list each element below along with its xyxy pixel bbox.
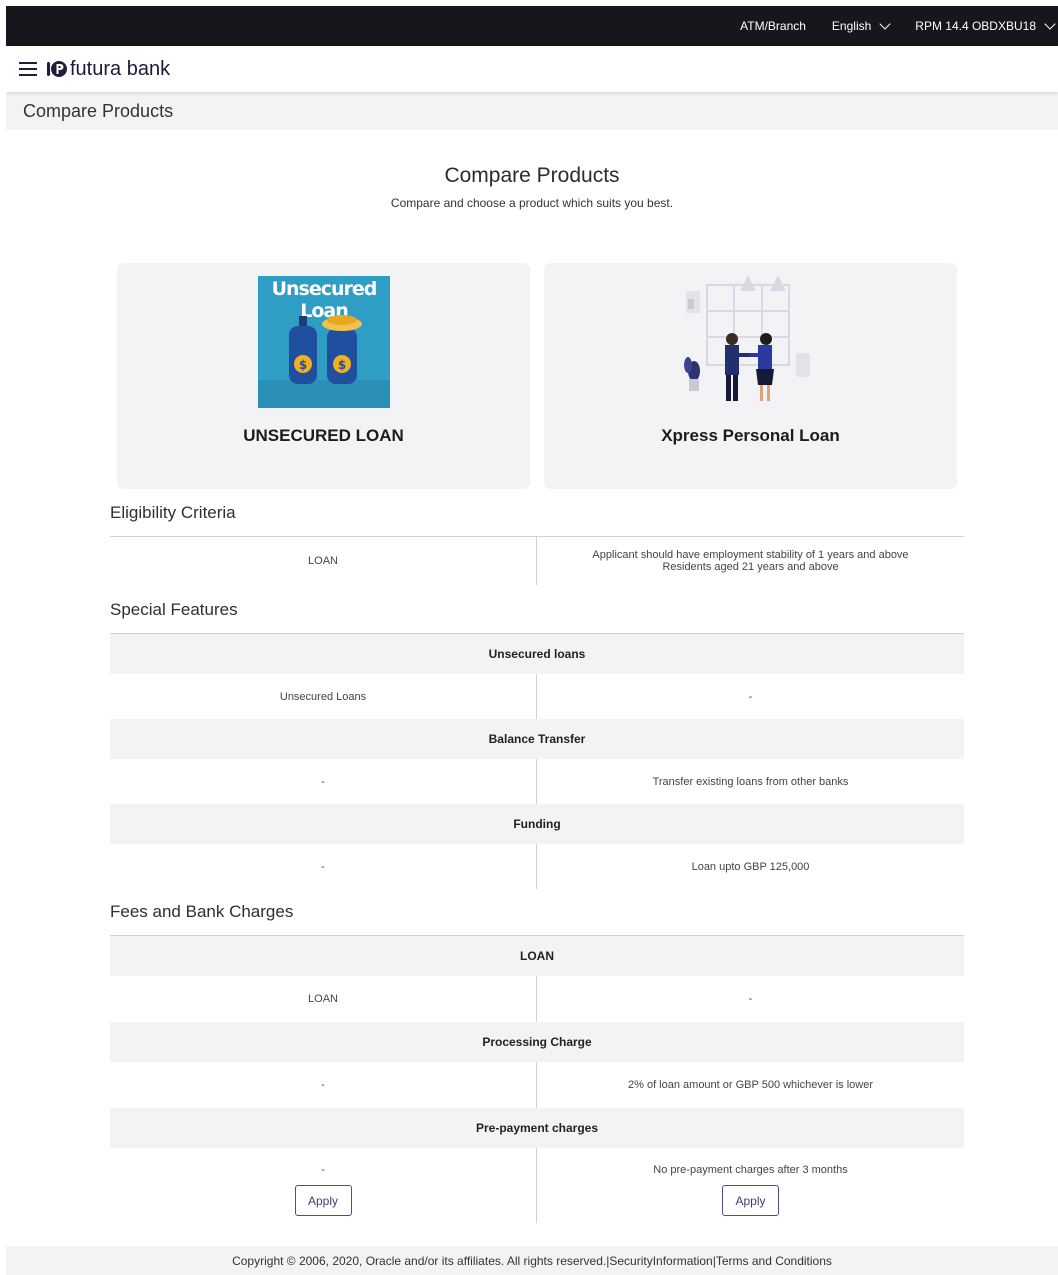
page-title-bar: Compare Products — [6, 92, 1058, 130]
table-row: - Apply No pre-payment charges after 3 m… — [110, 1148, 964, 1223]
apply-button-xpress-personal-loan[interactable]: Apply — [722, 1185, 779, 1216]
compare-heading: Compare Products — [444, 164, 620, 187]
apply-button-unsecured-loan[interactable]: Apply — [294, 1185, 352, 1216]
feature-left-cell: - — [110, 759, 537, 804]
menu-icon[interactable] — [19, 62, 37, 76]
table-row: - Transfer existing loans from other ban… — [110, 759, 964, 804]
table-row: LOAN - — [110, 976, 964, 1022]
user-name: RPM 14.4 OBDXBU18 — [915, 19, 1036, 33]
footer-text: Copyright © 2006, 2020, Oracle and/or it… — [232, 1253, 832, 1268]
fee-left-cell: - Apply — [110, 1148, 537, 1223]
fees-table: LOAN LOAN - Processing Charge - 2% of lo… — [110, 935, 964, 1223]
feature-right-cell: - — [748, 690, 753, 703]
language-label: English — [831, 19, 872, 33]
feature-group-heading: Funding — [110, 804, 964, 844]
bank-logo-text[interactable]: futura bank — [70, 58, 170, 81]
section-title-special-features: Special Features — [110, 600, 238, 619]
product-name: UNSECURED LOAN — [243, 426, 404, 445]
eligibility-right-cell: Applicant should have employment stabili… — [592, 549, 909, 573]
chevron-down-icon — [879, 17, 891, 30]
bank-logo-icon — [46, 59, 68, 79]
feature-group-heading: Unsecured loans — [110, 634, 964, 674]
language-dropdown[interactable]: English — [831, 17, 891, 33]
feature-left-cell: - — [110, 844, 537, 889]
fee-right-cell: 2% of loan amount or GBP 500 whichever i… — [628, 1079, 873, 1091]
fee-left-cell: LOAN — [110, 976, 537, 1022]
top-bar: ATM/Branch English RPM 14.4 OBDXBU18 — [6, 6, 1058, 46]
fee-group-heading: LOAN — [110, 936, 964, 976]
table-row: - Loan upto GBP 125,000 — [110, 844, 964, 889]
fee-group-heading: Processing Charge — [110, 1022, 964, 1062]
product-name: Xpress Personal Loan — [661, 426, 840, 445]
product-cards: Unsecured Loan $ $ UNSECURED LOAN Xpress… — [117, 263, 957, 489]
svg-text:$: $ — [299, 358, 307, 372]
table-row: - 2% of loan amount or GBP 500 whichever… — [110, 1062, 964, 1108]
atm-branch-link[interactable]: ATM/Branch — [740, 19, 806, 33]
special-features-table: Unsecured loans Unsecured Loans - Balanc… — [110, 633, 964, 889]
app-frame: ATM/Branch English RPM 14.4 OBDXBU18 fut… — [6, 6, 1058, 1275]
svg-text:$: $ — [338, 358, 346, 372]
user-menu[interactable]: RPM 14.4 OBDXBU18 — [915, 17, 1056, 33]
atm-branch-label: ATM/Branch — [740, 19, 806, 33]
footer: Copyright © 2006, 2020, Oracle and/or it… — [6, 1246, 1058, 1275]
feature-group-heading: Balance Transfer — [110, 719, 964, 759]
handshake-illustration — [674, 273, 824, 413]
table-row: Unsecured Loans - — [110, 674, 964, 719]
app-header: futura bank — [6, 46, 1058, 92]
main-content: Compare Products Compare and choose a pr… — [6, 164, 1058, 1269]
section-title-fees: Fees and Bank Charges — [110, 902, 294, 921]
fee-group-heading: Pre-payment charges — [110, 1108, 964, 1148]
eligibility-left-cell: LOAN — [110, 537, 537, 585]
product-card-unsecured-loan[interactable]: Unsecured Loan $ $ UNSECURED LOAN — [117, 263, 530, 489]
fee-right-cell: No pre-payment charges after 3 months Ap… — [537, 1148, 964, 1223]
feature-right-cell: Loan upto GBP 125,000 — [691, 860, 810, 873]
table-row: LOAN Applicant should have employment st… — [110, 537, 964, 585]
feature-right-cell: Transfer existing loans from other banks — [652, 775, 849, 788]
product-card-xpress-personal-loan[interactable]: Xpress Personal Loan — [544, 263, 957, 489]
chevron-down-icon — [1044, 17, 1056, 30]
page-title: Compare Products — [23, 100, 174, 121]
unsecured-loan-image: Unsecured Loan $ $ — [258, 276, 390, 408]
fee-right-cell: - — [748, 993, 753, 1005]
fee-left-cell: - — [110, 1062, 537, 1108]
eligibility-table: LOAN Applicant should have employment st… — [110, 536, 964, 585]
section-title-eligibility: Eligibility Criteria — [110, 503, 236, 522]
compare-subheading: Compare and choose a product which suits… — [390, 196, 674, 210]
feature-left-cell: Unsecured Loans — [110, 674, 537, 719]
